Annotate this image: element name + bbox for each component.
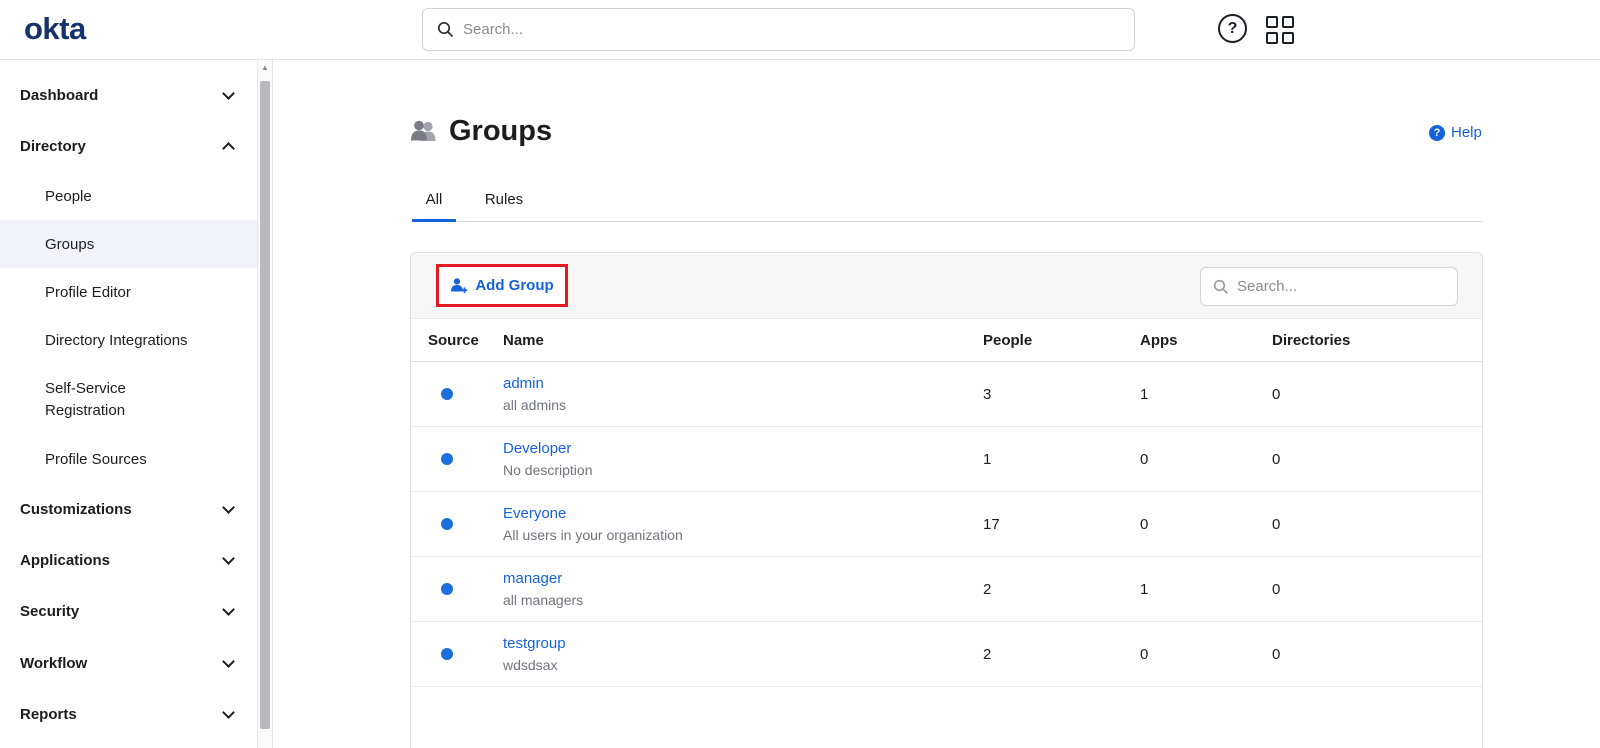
help-circle-icon[interactable]: ?: [1218, 14, 1247, 43]
scrollbar-thumb[interactable]: [260, 81, 270, 729]
group-name-link[interactable]: Developer: [503, 440, 977, 457]
sidebar-item-profile-sources[interactable]: Profile Sources: [0, 435, 257, 483]
table-toolbar: Add Group: [411, 253, 1482, 319]
group-people-count: 2: [977, 646, 1134, 663]
sidebar-item-directory-integrations[interactable]: Directory Integrations: [0, 316, 257, 364]
sidebar-item-directory[interactable]: Directory: [0, 122, 257, 170]
groups-icon: [410, 119, 438, 145]
column-header-source: Source: [428, 332, 497, 349]
sidebar-item-dashboard[interactable]: Dashboard: [0, 71, 257, 119]
okta-source-icon: [441, 518, 453, 530]
add-group-button[interactable]: Add Group: [439, 267, 565, 304]
chevron-down-icon: [222, 552, 235, 565]
okta-logo[interactable]: okta: [24, 11, 86, 47]
sidebar-item-groups[interactable]: Groups: [0, 220, 257, 268]
page-help-link[interactable]: ? Help: [1429, 124, 1482, 141]
group-description: all managers: [503, 592, 977, 608]
global-search[interactable]: [422, 8, 1135, 51]
column-header-directories: Directories: [1266, 332, 1482, 349]
sidebar-item-applications[interactable]: Applications: [0, 536, 257, 584]
tab-all[interactable]: All: [412, 191, 456, 208]
group-description: all admins: [503, 397, 977, 413]
page-title-row: Groups: [410, 115, 552, 148]
group-apps-count: 0: [1134, 646, 1266, 663]
table-search[interactable]: [1200, 267, 1458, 306]
top-bar: okta ?: [0, 0, 1600, 60]
add-person-icon: [450, 277, 468, 294]
tab-rules[interactable]: Rules: [479, 191, 529, 208]
chevron-down-icon: [222, 603, 235, 616]
scrollbar-up-arrow-icon[interactable]: ▲: [258, 63, 272, 72]
chevron-down-icon: [222, 706, 235, 719]
table-row: admin all admins 3 1 0: [411, 362, 1482, 427]
tab-bar: All Rules: [412, 191, 1483, 223]
sidebar-item-reports[interactable]: Reports: [0, 690, 257, 738]
tab-divider: [412, 221, 1483, 222]
chevron-up-icon: [222, 142, 235, 155]
okta-source-icon: [441, 453, 453, 465]
group-apps-count: 0: [1134, 451, 1266, 468]
column-header-apps: Apps: [1134, 332, 1266, 349]
column-header-people: People: [977, 332, 1134, 349]
table-row: testgroup wdsdsax 2 0 0: [411, 622, 1482, 687]
groups-table-panel: Add Group Source Name People Apps Direct…: [410, 252, 1483, 748]
group-apps-count: 0: [1134, 516, 1266, 533]
group-apps-count: 1: [1134, 581, 1266, 598]
sidebar-nav: Dashboard Directory People Groups Profil…: [0, 60, 257, 748]
sidebar-item-customizations[interactable]: Customizations: [0, 485, 257, 533]
global-search-input[interactable]: [463, 21, 1134, 38]
sidebar-item-security[interactable]: Security: [0, 587, 257, 635]
group-name-link[interactable]: admin: [503, 375, 977, 392]
active-tab-indicator: [412, 219, 456, 222]
group-people-count: 2: [977, 581, 1134, 598]
table-row: manager all managers 2 1 0: [411, 557, 1482, 622]
group-people-count: 17: [977, 516, 1134, 533]
table-row: Everyone All users in your organization …: [411, 492, 1482, 557]
column-header-name: Name: [497, 332, 977, 349]
group-description: wdsdsax: [503, 657, 977, 673]
sidebar-scrollbar[interactable]: ▲: [257, 60, 273, 748]
app-grid-icon[interactable]: [1266, 16, 1294, 44]
okta-source-icon: [441, 388, 453, 400]
okta-admin-console: okta ? Dashboard Directory People Groups: [0, 0, 1600, 748]
annotation-highlight-box: Add Group: [436, 264, 568, 307]
sidebar-item-profile-editor[interactable]: Profile Editor: [0, 268, 257, 316]
sidebar-item-workflow[interactable]: Workflow: [0, 639, 257, 687]
page-title: Groups: [449, 115, 552, 148]
group-name-link[interactable]: manager: [503, 570, 977, 587]
group-name-link[interactable]: Everyone: [503, 505, 977, 522]
okta-source-icon: [441, 583, 453, 595]
group-directories-count: 0: [1266, 516, 1482, 533]
group-description: No description: [503, 462, 977, 478]
group-directories-count: 0: [1266, 386, 1482, 403]
chevron-down-icon: [222, 87, 235, 100]
help-badge-icon: ?: [1429, 125, 1445, 141]
table-header: Source Name People Apps Directories: [411, 319, 1482, 362]
table-row: Developer No description 1 0 0: [411, 427, 1482, 492]
chevron-down-icon: [222, 655, 235, 668]
table-search-input[interactable]: [1237, 278, 1457, 295]
group-people-count: 3: [977, 386, 1134, 403]
group-description: All users in your organization: [503, 527, 977, 543]
sidebar-item-self-service-registration[interactable]: Self-Service Registration: [0, 364, 257, 436]
sidebar-item-people[interactable]: People: [0, 172, 257, 220]
group-directories-count: 0: [1266, 646, 1482, 663]
group-directories-count: 0: [1266, 451, 1482, 468]
search-icon: [1213, 279, 1229, 295]
chevron-down-icon: [222, 501, 235, 514]
group-directories-count: 0: [1266, 581, 1482, 598]
group-name-link[interactable]: testgroup: [503, 635, 977, 652]
group-apps-count: 1: [1134, 386, 1266, 403]
okta-source-icon: [441, 648, 453, 660]
search-icon: [437, 21, 454, 38]
group-people-count: 1: [977, 451, 1134, 468]
main-content: Groups ? Help All Rules: [273, 60, 1600, 748]
